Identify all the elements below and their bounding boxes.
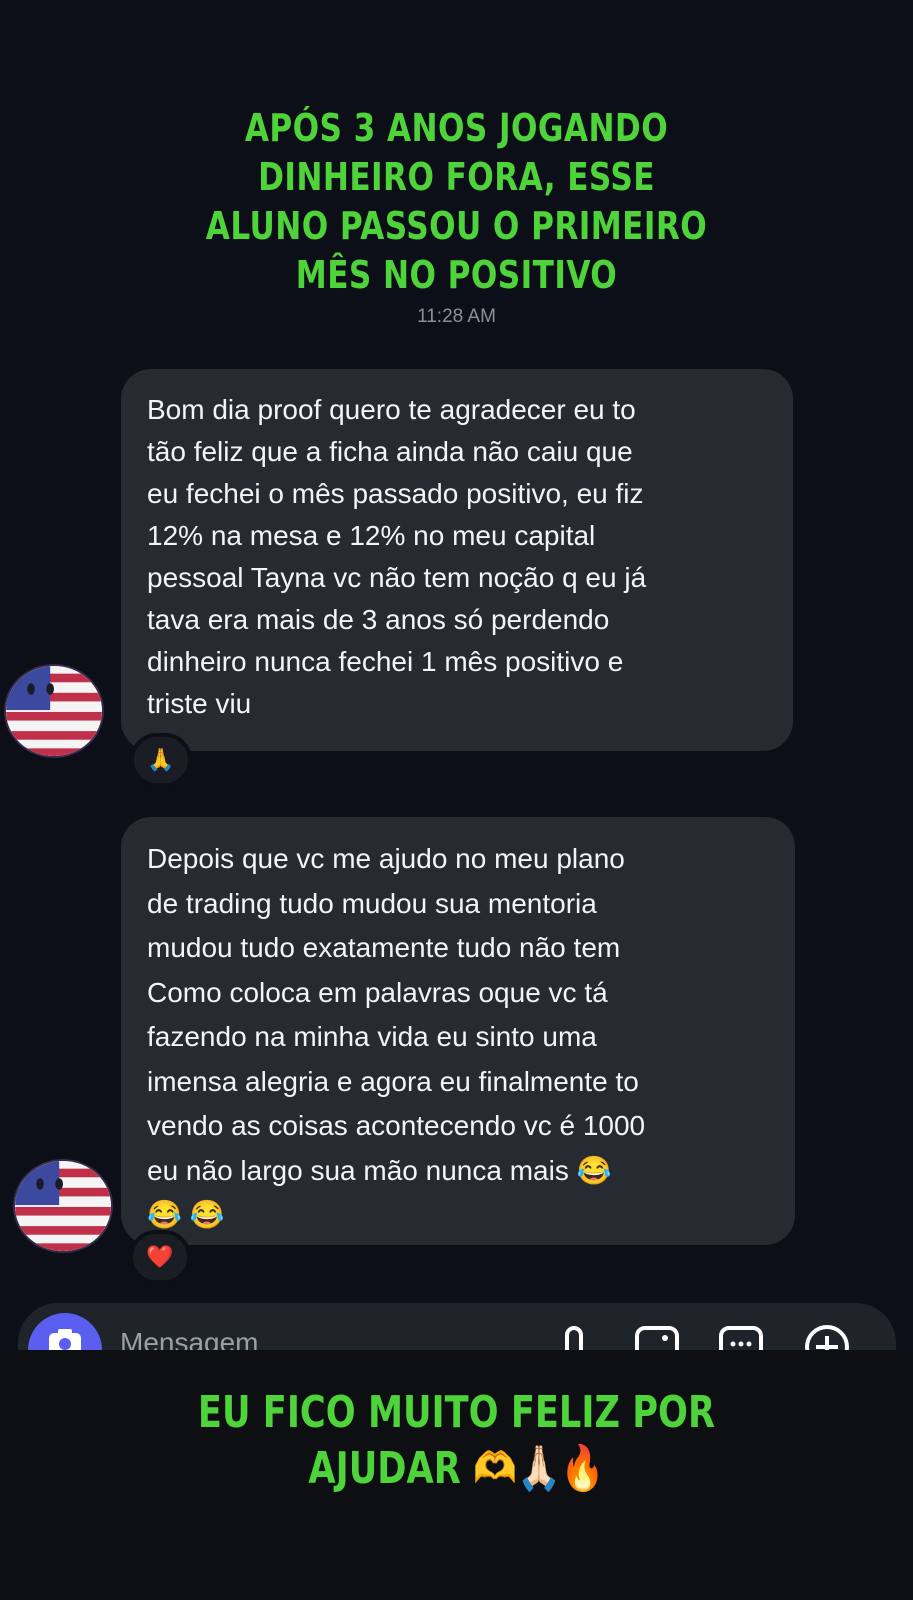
- headline-line: ALUNO PASSOU O PRIMEIRO: [205, 204, 708, 248]
- headline-line: APÓS 3 ANOS JOGANDO: [244, 106, 669, 150]
- message-bubble[interactable]: Depois que vc me ajudo no meu plano de t…: [121, 817, 795, 1245]
- reaction-badge[interactable]: 🙏: [130, 733, 192, 787]
- headline-line: MÊS NO POSITIVO: [295, 253, 618, 297]
- message-text-line: mudou tudo exatamente tudo não tem: [147, 932, 621, 963]
- avatar[interactable]: [13, 1159, 113, 1253]
- message-text-line: 12% na mesa e 12% no meu capital: [147, 520, 596, 551]
- message-text-line: 😂 😂: [147, 1199, 225, 1230]
- message-text-line: Como coloca em palavras oque vc tá: [147, 976, 608, 1008]
- headline: APÓS 3 ANOS JOGANDO DINHEIRO FORA, ESSE …: [82, 104, 831, 300]
- footer-line: AJUDAR 🫶🙏🏻🔥: [308, 1443, 605, 1494]
- message-text-line: pessoal Tayna vc não tem noção q eu já: [147, 562, 647, 593]
- message-text-line: dinheiro nunca fechei 1 mês positivo e: [147, 646, 624, 677]
- message-text-line: eu não largo sua mão nunca mais 😂: [147, 1154, 612, 1186]
- headline-line: DINHEIRO FORA, ESSE: [258, 155, 655, 199]
- message-text-line: tava era mais de 3 anos só perdendo: [147, 604, 610, 635]
- avatar[interactable]: [4, 664, 104, 758]
- footer-caption: EU FICO MUITO FELIZ POR AJUDAR 🫶🙏🏻🔥: [91, 1385, 821, 1497]
- message-text-line: triste viu: [147, 688, 252, 719]
- message-text-line: de trading tudo mudou sua mentoria: [147, 887, 597, 919]
- message-text-line: vendo as coisas acontecendo vc é 1000: [147, 1110, 646, 1141]
- message-text-line: Bom dia proof quero te agradecer eu to: [147, 394, 636, 425]
- flag-avatar-icon: [15, 1161, 111, 1251]
- message-bubble[interactable]: Bom dia proof quero te agradecer eu to t…: [121, 369, 793, 751]
- footer-line: EU FICO MUITO FELIZ POR: [197, 1387, 716, 1438]
- message-text-line: imensa alegria e agora eu finalmente to: [147, 1065, 639, 1097]
- message-text-line: tão feliz que a ficha ainda não caiu que: [147, 436, 633, 467]
- reaction-badge[interactable]: ❤️: [129, 1230, 191, 1284]
- message-text-line: Depois que vc me ajudo no meu plano: [147, 843, 625, 874]
- message-timestamp: 11:28 AM: [417, 306, 496, 327]
- message-text-line: eu fechei o mês passado positivo, eu fiz: [147, 478, 644, 509]
- flag-avatar-icon: [6, 666, 102, 756]
- message-text-line: fazendo na minha vida eu sinto uma: [147, 1021, 597, 1052]
